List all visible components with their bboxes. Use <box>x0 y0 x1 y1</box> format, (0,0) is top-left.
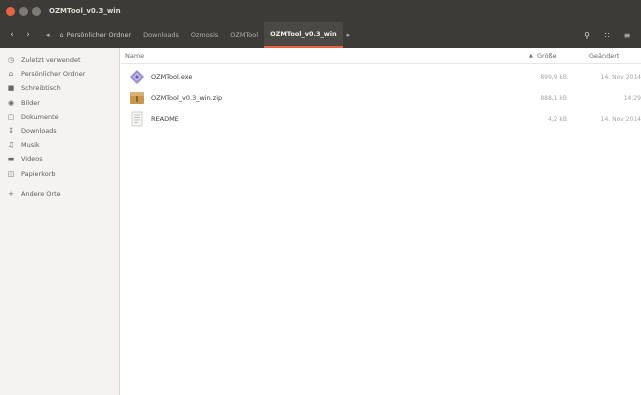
search-icon[interactable]: ⚲ <box>577 31 597 40</box>
column-header-modified[interactable]: Geändert <box>589 52 620 60</box>
sidebar-item-trash[interactable]: ◫ Papierkorb <box>0 167 119 181</box>
sidebar-item-label: Schreibtisch <box>21 84 61 93</box>
column-header-size[interactable]: Größe <box>537 52 557 60</box>
sidebar-item-label: Bilder <box>21 98 40 107</box>
sidebar-item-pictures[interactable]: ◉ Bilder <box>0 96 119 110</box>
trash-icon: ◫ <box>7 169 15 178</box>
music-icon: ♫ <box>7 141 15 150</box>
file-modified: 14:29 <box>623 94 641 102</box>
camera-icon: ◉ <box>7 98 15 107</box>
desktop-folder-icon: ■ <box>7 84 15 93</box>
text-file-icon <box>131 111 143 127</box>
window-title: OZMTool_v0.3_win <box>49 7 121 15</box>
archive-icon <box>130 92 144 104</box>
file-row[interactable]: OZMTool.exe 899,9 kB 14. Nov 2014 <box>121 67 641 87</box>
breadcrumb-item-downloads[interactable]: Downloads <box>137 22 185 48</box>
caret-right-icon[interactable]: ▸ <box>343 31 355 39</box>
sidebar-item-label: Zuletzt verwendet <box>21 56 81 64</box>
column-header-name[interactable]: Name <box>125 52 144 60</box>
sidebar-item-label: Andere Orte <box>21 189 61 198</box>
file-modified: 14. Nov 2014 <box>600 115 641 123</box>
file-row[interactable]: OZMTool_v0.3_win.zip 888,1 kB 14:29 <box>121 88 641 108</box>
document-icon: ▢ <box>7 112 15 121</box>
file-size: 888,1 kB <box>540 94 567 102</box>
sort-ascending-icon: ▲ <box>529 52 533 59</box>
home-icon: ⌂ <box>59 31 64 39</box>
sidebar-item-label: Dokumente <box>21 112 59 121</box>
caret-left-icon[interactable]: ◂ <box>42 31 54 39</box>
sidebar-item-label: Persönlicher Ordner <box>21 70 86 79</box>
sidebar-list: ◷ Zuletzt verwendet ⌂ Persönlicher Ordne… <box>0 48 119 201</box>
window-minimize-button[interactable] <box>19 6 28 16</box>
sidebar-item-label: Papierkorb <box>21 169 56 178</box>
sidebar-item-label: Videos <box>21 155 43 164</box>
file-name: OZMTool.exe <box>151 73 193 81</box>
download-icon: ↧ <box>8 126 14 135</box>
file-list-header: Name ▲ Größe Geändert <box>121 48 641 64</box>
sidebar-item-documents[interactable]: ▢ Dokumente <box>0 110 119 124</box>
toolbar: ‹ › ◂ ⌂ Persönlicher Ordner Downloads Oz… <box>0 22 641 48</box>
file-name: README <box>151 115 179 123</box>
sidebar-item-label: Downloads <box>21 126 57 135</box>
video-icon: ▬ <box>7 155 15 164</box>
breadcrumb-label: Persönlicher Ordner <box>66 31 132 39</box>
sidebar-item-recent[interactable]: ◷ Zuletzt verwendet <box>0 53 119 67</box>
breadcrumb-item-home[interactable]: ⌂ Persönlicher Ordner <box>54 22 138 48</box>
view-options-icon[interactable]: ∷ <box>597 31 617 40</box>
toolbar-actions: ⚲ ∷ ≡ <box>577 22 637 48</box>
breadcrumb-item-ozmtool[interactable]: OZMTool <box>224 22 264 48</box>
clock-icon: ◷ <box>7 56 15 64</box>
chevron-left-icon[interactable]: ‹ <box>4 30 20 40</box>
breadcrumb: ◂ ⌂ Persönlicher Ordner Downloads Ozmosi… <box>42 22 354 48</box>
sidebar-item-desktop[interactable]: ■ Schreibtisch <box>0 81 119 95</box>
file-modified: 14. Nov 2014 <box>600 73 641 81</box>
window-close-button[interactable] <box>6 6 15 16</box>
title-bar: OZMTool_v0.3_win <box>0 0 641 22</box>
sidebar-item-label: Musik <box>21 141 40 150</box>
sidebar-item-music[interactable]: ♫ Musik <box>0 138 119 152</box>
sidebar-item-downloads[interactable]: ↧ Downloads <box>0 124 119 138</box>
sidebar-item-other-locations[interactable]: + Andere Orte <box>0 187 119 201</box>
executable-icon <box>130 70 144 84</box>
window-maximize-button[interactable] <box>32 6 41 16</box>
file-size: 4,2 kB <box>547 115 567 123</box>
file-list: Name ▲ Größe Geändert OZMTool.exe 899,9 … <box>121 48 641 395</box>
home-icon: ⌂ <box>8 70 14 79</box>
file-row[interactable]: README 4,2 kB 14. Nov 2014 <box>121 109 641 129</box>
breadcrumb-item-current[interactable]: OZMTool_v0.3_win <box>264 22 343 48</box>
sidebar-item-home[interactable]: ⌂ Persönlicher Ordner <box>0 67 119 81</box>
sidebar: ◷ Zuletzt verwendet ⌂ Persönlicher Ordne… <box>0 48 120 395</box>
file-name: OZMTool_v0.3_win.zip <box>151 94 223 102</box>
file-size: 899,9 kB <box>540 73 567 81</box>
breadcrumb-item-ozmosis[interactable]: Ozmosis <box>185 22 224 48</box>
hamburger-icon[interactable]: ≡ <box>617 31 637 40</box>
sidebar-item-videos[interactable]: ▬ Videos <box>0 152 119 166</box>
plus-icon: + <box>8 189 14 198</box>
chevron-right-icon[interactable]: › <box>20 30 36 40</box>
